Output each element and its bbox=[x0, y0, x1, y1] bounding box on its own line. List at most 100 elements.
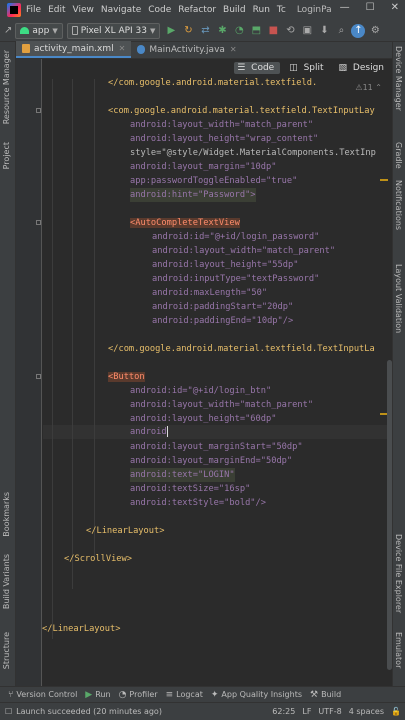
code-line: android:id="@+id/login_btn" bbox=[130, 386, 272, 396]
menu-code[interactable]: Code bbox=[148, 5, 171, 15]
chevron-down-icon: ▼ bbox=[150, 26, 156, 35]
code-line: android:maxLength="50" bbox=[152, 288, 268, 298]
menu-file[interactable]: File bbox=[26, 5, 41, 15]
menu-refactor[interactable]: Refactor bbox=[178, 5, 216, 15]
menu-edit[interactable]: Edit bbox=[48, 5, 65, 15]
editor-tab-bar: activity_main.xml ✕ MainActivity.java ✕ bbox=[16, 41, 392, 59]
settings-gear-icon[interactable]: ⚙ bbox=[368, 24, 382, 38]
code-line: android:layout_marginStart="50dp" bbox=[130, 442, 303, 452]
line-separator[interactable]: LF bbox=[302, 707, 311, 716]
code-line-current: android bbox=[130, 426, 168, 437]
run-icon[interactable]: ▶ bbox=[164, 24, 178, 38]
code-line: android:layout_width="match_parent" bbox=[130, 400, 314, 410]
right-tool-strip: Device Manager Gradle Notifications Layo… bbox=[392, 42, 405, 686]
code-line: style="@style/Widget.MaterialComponents.… bbox=[130, 148, 376, 158]
minimize-icon[interactable]: — bbox=[340, 2, 350, 13]
run-tool[interactable]: ▶ Run bbox=[85, 690, 110, 700]
update-icon[interactable]: ↑ bbox=[351, 23, 366, 38]
code-line: android:layout_height="55dp" bbox=[152, 260, 299, 270]
code-line: android:layout_height="wrap_content" bbox=[130, 134, 319, 144]
back-arrow-icon[interactable]: ↗ bbox=[4, 25, 12, 36]
search-icon[interactable]: ⌕ bbox=[334, 24, 348, 38]
sdk-manager-icon[interactable]: ⬇ bbox=[317, 24, 331, 38]
notifications-tab[interactable]: Notifications bbox=[394, 180, 403, 230]
code-line: </ScrollView> bbox=[64, 554, 132, 564]
version-control-tool[interactable]: ⑂ Version Control bbox=[8, 690, 77, 700]
tab-label: MainActivity.java bbox=[149, 44, 225, 55]
indent-guide bbox=[52, 79, 53, 639]
debug-icon[interactable]: ✱ bbox=[215, 24, 229, 38]
view-code-button[interactable]: ☰ Code bbox=[234, 62, 281, 74]
sync-gradle-icon[interactable]: ⟲ bbox=[283, 24, 297, 38]
tab-label: activity_main.xml bbox=[34, 43, 114, 54]
device-file-explorer-tab[interactable]: Device File Explorer bbox=[394, 534, 403, 613]
run-icon: ▶ bbox=[85, 689, 93, 700]
device-selector[interactable]: Pixel XL API 33 ▼ bbox=[66, 22, 161, 39]
menu-run[interactable]: Run bbox=[253, 5, 270, 15]
code-line: android:layout_width="match_parent" bbox=[130, 120, 314, 130]
file-encoding[interactable]: UTF-8 bbox=[318, 707, 341, 716]
menu-tools[interactable]: Tc bbox=[277, 5, 286, 15]
lock-icon[interactable]: 🔓 bbox=[391, 707, 401, 716]
app-quality-insights-tool[interactable]: ✦ App Quality Insights bbox=[211, 690, 302, 700]
close-icon[interactable]: ✕ bbox=[230, 45, 237, 54]
current-line-highlight bbox=[43, 425, 392, 439]
build-variants-tab[interactable]: Build Variants bbox=[2, 554, 11, 609]
editor-vertical-scrollbar[interactable] bbox=[387, 360, 392, 670]
tab-main-activity-java[interactable]: MainActivity.java ✕ bbox=[131, 41, 242, 58]
warning-stripe-mark[interactable] bbox=[380, 179, 388, 181]
left-tool-strip: Resource Manager Project Bookmarks Build… bbox=[0, 42, 16, 686]
editor-gutter bbox=[16, 59, 42, 686]
fold-marker-icon[interactable] bbox=[36, 374, 41, 379]
device-manager-tab[interactable]: Device Manager bbox=[394, 46, 403, 111]
code-line: android:layout_height="60dp" bbox=[130, 414, 277, 424]
code-line: android:textSize="16sp" bbox=[130, 484, 251, 494]
stop-icon[interactable]: ■ bbox=[266, 24, 280, 38]
menu-view[interactable]: View bbox=[73, 5, 94, 15]
code-line: android:paddingEnd="10dp"/> bbox=[152, 316, 294, 326]
structure-tab[interactable]: Structure bbox=[2, 632, 11, 669]
android-icon bbox=[20, 27, 30, 34]
code-line: android:paddingStart="20dp" bbox=[152, 302, 294, 312]
chevron-down-icon: ▼ bbox=[52, 26, 58, 35]
fold-marker-icon[interactable] bbox=[36, 220, 41, 225]
fold-marker-icon[interactable] bbox=[36, 108, 41, 113]
resource-manager-tab[interactable]: Resource Manager bbox=[2, 50, 11, 124]
code-editor[interactable]: ☰ Code ◫ Split ▧ Design ⚠11 ⌃ </com.goog… bbox=[16, 59, 392, 686]
status-message[interactable]: ☐ Launch succeeded (20 minutes ago) bbox=[5, 707, 162, 716]
indent-setting[interactable]: 4 spaces bbox=[349, 707, 384, 716]
menu-build[interactable]: Build bbox=[223, 5, 246, 15]
java-class-icon bbox=[137, 45, 146, 54]
warning-badge[interactable]: ⚠11 ⌃ bbox=[355, 83, 382, 92]
cursor-position[interactable]: 62:25 bbox=[272, 707, 295, 716]
close-icon[interactable]: ✕ bbox=[391, 2, 399, 13]
build-tool[interactable]: ⚒ Build bbox=[310, 690, 341, 700]
device-manager-icon[interactable]: ▣ bbox=[300, 24, 314, 38]
apply-code-changes-icon[interactable]: ⇄ bbox=[198, 24, 212, 38]
close-icon[interactable]: ✕ bbox=[119, 44, 126, 53]
layout-validation-tab[interactable]: Layout Validation bbox=[394, 264, 403, 333]
menu-bar: File Edit View Navigate Code Refactor Bu… bbox=[0, 0, 405, 20]
maximize-icon[interactable]: ☐ bbox=[366, 2, 375, 13]
tab-activity-main-xml[interactable]: activity_main.xml ✕ bbox=[16, 41, 132, 58]
view-split-button[interactable]: ◫ Split bbox=[286, 62, 329, 74]
emulator-tab[interactable]: Emulator bbox=[394, 632, 403, 668]
hammer-icon: ⚒ bbox=[310, 689, 319, 700]
apply-changes-icon[interactable]: ↻ bbox=[181, 24, 195, 38]
profiler-tool[interactable]: ◔ Profiler bbox=[119, 690, 158, 700]
project-tab[interactable]: Project bbox=[2, 142, 11, 169]
module-label: app bbox=[32, 25, 50, 36]
attach-debugger-icon[interactable]: ⬒ bbox=[249, 24, 263, 38]
xml-file-icon bbox=[22, 44, 30, 53]
profile-icon[interactable]: ◔ bbox=[232, 24, 246, 38]
menu-navigate[interactable]: Navigate bbox=[101, 5, 141, 15]
gradle-tab[interactable]: Gradle bbox=[394, 142, 403, 169]
bookmarks-tab[interactable]: Bookmarks bbox=[2, 492, 11, 537]
view-design-button[interactable]: ▧ Design bbox=[336, 62, 390, 74]
logcat-tool[interactable]: ≡ Logcat bbox=[166, 690, 203, 700]
phone-icon bbox=[71, 26, 78, 35]
module-selector[interactable]: app ▼ bbox=[15, 22, 63, 39]
indent-guide bbox=[72, 79, 73, 589]
status-icon: ☐ bbox=[5, 707, 13, 716]
code-line: <Button bbox=[108, 372, 145, 382]
